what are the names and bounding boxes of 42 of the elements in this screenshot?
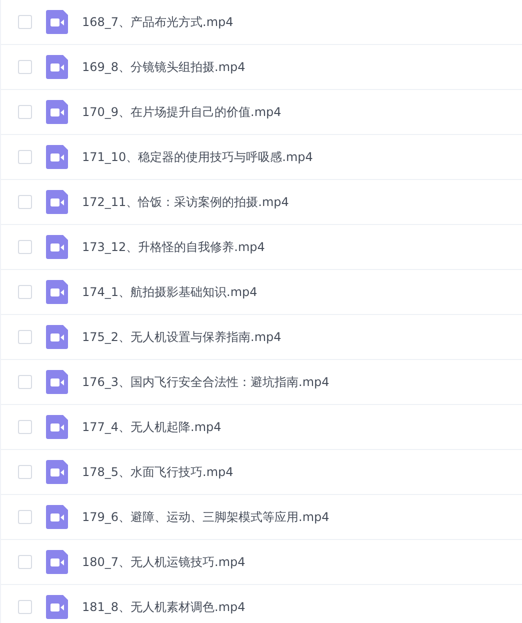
checkbox[interactable] — [18, 105, 32, 119]
checkbox[interactable] — [18, 555, 32, 569]
video-file-icon — [46, 235, 68, 259]
file-name[interactable]: 169_8、分镜镜头组拍摄.mp4 — [82, 58, 246, 76]
checkbox[interactable] — [18, 330, 32, 344]
checkbox[interactable] — [18, 195, 32, 209]
video-file-icon — [46, 370, 68, 394]
checkbox[interactable] — [18, 15, 32, 29]
video-file-icon — [46, 595, 68, 619]
checkbox[interactable] — [18, 375, 32, 389]
video-file-icon — [46, 100, 68, 124]
checkbox[interactable] — [18, 150, 32, 164]
video-file-icon — [46, 505, 68, 529]
file-name[interactable]: 174_1、航拍摄影基础知识.mp4 — [82, 284, 258, 300]
file-name[interactable]: 172_11、恰饭：采访案例的拍摄.mp4 — [82, 194, 289, 210]
video-file-icon — [46, 55, 68, 79]
checkbox[interactable] — [18, 510, 32, 524]
video-file-icon — [46, 280, 68, 304]
file-name[interactable]: 176_3、国内飞行安全合法性：避坑指南.mp4 — [82, 374, 330, 390]
video-file-icon — [46, 460, 68, 484]
video-file-icon — [46, 550, 68, 574]
checkbox[interactable] — [18, 465, 32, 479]
video-file-icon — [46, 325, 68, 349]
file-name[interactable]: 178_5、水面飞行技巧.mp4 — [82, 464, 234, 480]
file-name[interactable]: 175_2、无人机设置与保养指南.mp4 — [82, 328, 282, 346]
checkbox[interactable] — [18, 420, 32, 434]
checkbox[interactable] — [18, 285, 32, 299]
video-file-icon — [46, 415, 68, 439]
file-name[interactable]: 180_7、无人机运镜技巧.mp4 — [82, 554, 246, 570]
file-name[interactable]: 177_4、无人机起降.mp4 — [82, 418, 222, 436]
file-name[interactable]: 179_6、避障、运动、三脚架模式等应用.mp4 — [82, 508, 330, 526]
file-name[interactable]: 181_8、无人机素材调色.mp4 — [82, 598, 246, 616]
file-name[interactable]: 171_10、稳定器的使用技巧与呼吸感.mp4 — [82, 148, 313, 166]
checkbox[interactable] — [18, 600, 32, 614]
checkbox[interactable] — [18, 240, 32, 254]
video-file-icon — [46, 145, 68, 169]
file-name[interactable]: 168_7、产品布光方式.mp4 — [82, 14, 234, 30]
checkbox[interactable] — [18, 60, 32, 74]
file-name[interactable]: 173_12、升格怪的自我修养.mp4 — [82, 238, 265, 256]
video-file-icon — [46, 10, 68, 34]
video-file-icon — [46, 190, 68, 214]
file-name[interactable]: 170_9、在片场提升自己的价值.mp4 — [82, 104, 282, 120]
